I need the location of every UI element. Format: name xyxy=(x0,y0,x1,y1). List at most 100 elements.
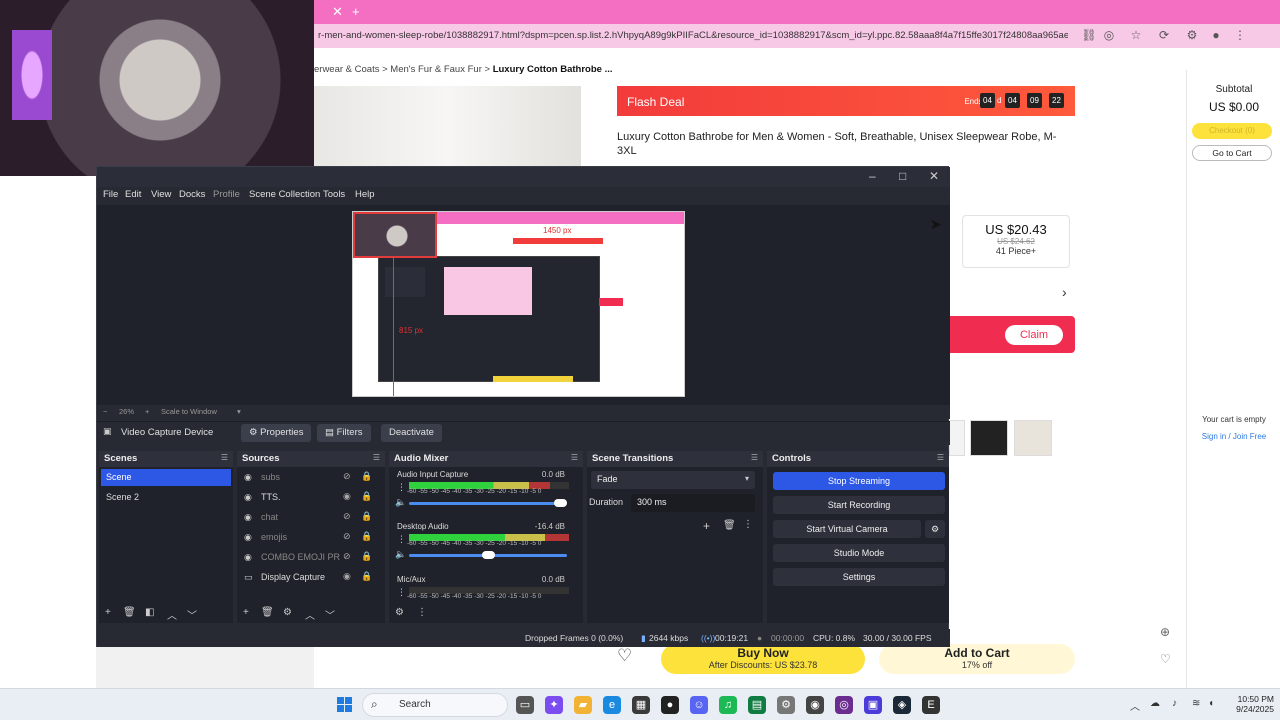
menu-file[interactable]: File xyxy=(103,189,118,200)
trash-icon[interactable]: 🗑 xyxy=(123,607,136,618)
source-item[interactable]: ◉ TTS. ◉ 🔒 xyxy=(239,489,381,507)
app-icon[interactable]: ● xyxy=(661,696,679,714)
microphone-icon[interactable]: ♪ xyxy=(1172,698,1177,709)
add-icon[interactable]: + xyxy=(703,519,710,533)
menu-view[interactable]: View xyxy=(151,189,171,200)
volume-slider[interactable] xyxy=(409,502,567,505)
trash-icon[interactable]: 🗑 xyxy=(723,520,736,531)
lock-icon[interactable]: 🔒 xyxy=(361,551,372,562)
extensions-menu-icon[interactable]: ⚙ xyxy=(1184,27,1200,43)
gear-icon[interactable]: ⚙ xyxy=(283,607,292,618)
app-icon[interactable]: ▣ xyxy=(864,696,882,714)
claim-button[interactable]: Claim xyxy=(1005,325,1063,345)
add-icon[interactable]: + xyxy=(243,607,249,618)
extension-icon[interactable]: ⟳ xyxy=(1156,27,1172,43)
maximize-icon[interactable]: □ xyxy=(899,169,906,183)
heart-icon[interactable]: ♡ xyxy=(617,646,632,666)
speaker-icon[interactable]: 🔈 xyxy=(395,497,406,508)
steam-icon[interactable]: ◈ xyxy=(893,696,911,714)
studio-mode-button[interactable]: Studio Mode xyxy=(773,544,945,562)
move-down-icon[interactable]: ﹀ xyxy=(325,607,335,622)
source-item[interactable]: ◉ COMBO EMOJI PR ⊘ 🔒 xyxy=(239,549,381,567)
wishlist-icon[interactable]: ♡ xyxy=(1160,652,1171,666)
add-to-cart-button[interactable]: Add to Cart 17% off xyxy=(879,644,1075,674)
volume-knob[interactable] xyxy=(481,551,495,559)
go-to-cart-button[interactable]: Go to Cart xyxy=(1192,145,1272,161)
properties-button[interactable]: ⚙ Properties xyxy=(241,424,312,442)
cloud-icon[interactable]: ☁ xyxy=(1150,698,1160,709)
scene-item-1[interactable]: Scene xyxy=(101,469,231,486)
discord-icon[interactable]: ☺ xyxy=(690,696,708,714)
duration-input[interactable]: 300 ms xyxy=(631,494,755,512)
source-item[interactable]: ◉ chat ⊘ 🔒 xyxy=(239,509,381,527)
kebab-menu-icon[interactable]: ⋮ xyxy=(417,607,427,618)
start-virtual-camera-button[interactable]: Start Virtual Camera xyxy=(773,520,921,538)
menu-tools[interactable]: Tools xyxy=(323,189,345,200)
thumbnail-2[interactable] xyxy=(970,420,1008,456)
eye-icon[interactable]: ◉ xyxy=(343,571,351,582)
volume-knob[interactable] xyxy=(554,499,567,507)
eye-hidden-icon[interactable]: ⊘ xyxy=(343,531,351,542)
eye-icon[interactable]: ◉ xyxy=(343,491,351,502)
volume-icon[interactable]: ◖ xyxy=(1208,698,1214,709)
profile-icon[interactable]: ● xyxy=(1208,27,1224,43)
gear-icon[interactable]: ⚙ xyxy=(395,607,404,618)
menu-profile[interactable]: Profile xyxy=(213,189,240,200)
price-tier-card[interactable]: US $20.43 US $24.62 41 Piece+ xyxy=(962,215,1070,268)
checkout-button[interactable]: Checkout (0) xyxy=(1192,123,1272,139)
kebab-menu-icon[interactable]: ⋮ xyxy=(743,519,753,530)
copilot-icon[interactable]: ✦ xyxy=(545,696,563,714)
menu-scene-collection[interactable]: Scene Collection xyxy=(249,189,320,200)
taskbar-clock[interactable]: 10:50 PM 9/24/2025 xyxy=(1228,694,1274,714)
kebab-menu-icon[interactable]: ⋮ xyxy=(397,482,406,493)
bookmark-star-icon[interactable]: ☆ xyxy=(1128,27,1144,43)
source-item[interactable]: ◉ emojis ⊘ 🔒 xyxy=(239,529,381,547)
new-tab-icon[interactable]: + xyxy=(352,4,360,19)
scale-dropdown-icon[interactable]: ▾ xyxy=(237,407,241,416)
eye-hidden-icon[interactable]: ⊘ xyxy=(343,551,351,562)
preview-canvas[interactable]: 1450 px 815 px xyxy=(352,211,685,397)
file-explorer-icon[interactable]: ▰ xyxy=(574,696,592,714)
obs-preview-area[interactable]: 1450 px 815 px xyxy=(97,205,950,405)
dock-menu-icon[interactable]: ☰ xyxy=(373,453,380,462)
breadcrumb[interactable]: erwear & Coats > Men's Fur & Faux Fur > … xyxy=(314,64,613,75)
translate-icon[interactable]: ◎ xyxy=(1101,27,1117,43)
trash-icon[interactable]: 🗑 xyxy=(261,607,274,618)
buy-now-button[interactable]: Buy Now After Discounts: US $23.78 xyxy=(661,644,865,674)
breadcrumb-path[interactable]: erwear & Coats > Men's Fur & Faux Fur > xyxy=(314,64,493,75)
move-down-icon[interactable]: ﹀ xyxy=(187,607,197,622)
menu-edit[interactable]: Edit xyxy=(125,189,141,200)
scene-item-2[interactable]: Scene 2 xyxy=(101,489,231,506)
store-icon[interactable]: ▦ xyxy=(632,696,650,714)
browser-menu-icon[interactable]: ⋮ xyxy=(1232,27,1248,43)
thumbnail-1[interactable] xyxy=(949,420,965,456)
help-icon[interactable]: ⊕ xyxy=(1160,625,1170,639)
virtual-camera-settings-button[interactable]: ⚙ xyxy=(925,520,945,538)
deactivate-button[interactable]: Deactivate xyxy=(381,424,442,442)
source-item[interactable]: ▭ Display Capture ◉ 🔒 xyxy=(239,569,381,587)
close-icon[interactable]: ✕ xyxy=(929,169,939,183)
tab-close-icon[interactable]: ✕ xyxy=(332,4,343,20)
stop-streaming-button[interactable]: Stop Streaming xyxy=(773,472,945,490)
minimize-icon[interactable]: – xyxy=(869,169,876,183)
zoom-out-icon[interactable]: − xyxy=(103,407,107,416)
dock-menu-icon[interactable]: ☰ xyxy=(937,453,944,462)
dock-menu-icon[interactable]: ☰ xyxy=(751,453,758,462)
lock-icon[interactable]: 🔒 xyxy=(361,571,372,582)
settings-button[interactable]: Settings xyxy=(773,568,945,586)
dock-menu-icon[interactable]: ☰ xyxy=(571,453,578,462)
filter-icon[interactable]: ◧ xyxy=(145,607,154,618)
scale-mode[interactable]: Scale to Window xyxy=(161,407,217,416)
settings-icon[interactable]: ⚙ xyxy=(777,696,795,714)
sheets-icon[interactable]: ▤ xyxy=(748,696,766,714)
product-photo[interactable] xyxy=(314,86,581,166)
task-view-icon[interactable]: ▭ xyxy=(516,696,534,714)
kebab-menu-icon[interactable]: ⋮ xyxy=(397,587,406,598)
transition-select[interactable]: Fade ▾ xyxy=(591,471,755,489)
obs-titlebar[interactable]: – □ ✕ xyxy=(97,167,950,187)
signin-link[interactable]: Sign in / Join Free xyxy=(1187,432,1280,441)
move-up-icon[interactable]: ︿ xyxy=(305,607,315,622)
thumbnail-3[interactable] xyxy=(1014,420,1052,456)
dock-menu-icon[interactable]: ☰ xyxy=(221,453,228,462)
start-recording-button[interactable]: Start Recording xyxy=(773,496,945,514)
